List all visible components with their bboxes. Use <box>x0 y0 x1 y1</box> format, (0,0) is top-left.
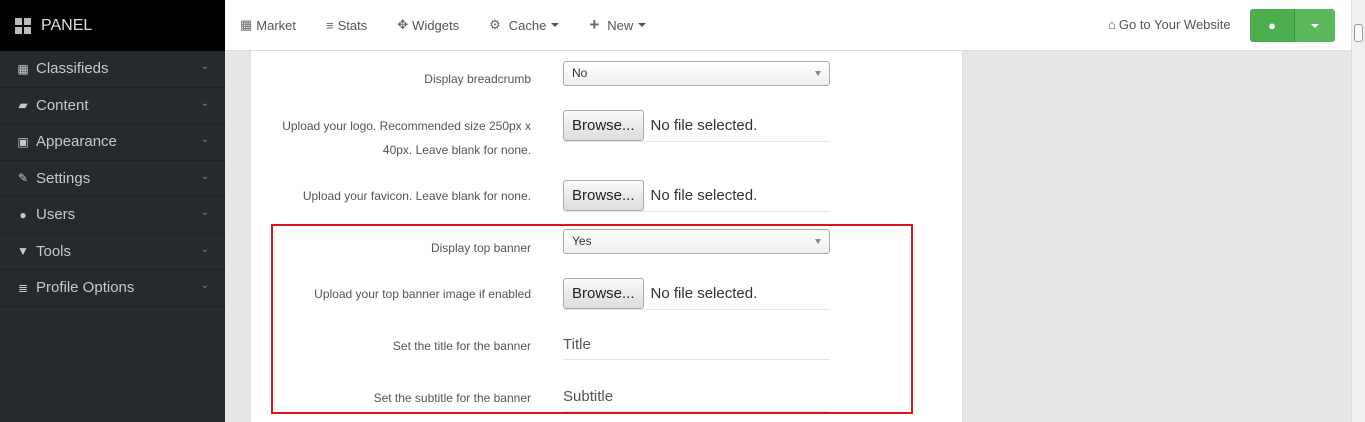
sidebar-item-users[interactable]: ● Users ⌄ <box>0 197 225 234</box>
nav-market[interactable]: ▦ Market <box>240 17 296 33</box>
nav-stats[interactable]: ≡ Stats <box>326 18 367 33</box>
go-to-website-label: Go to Your Website <box>1118 17 1231 32</box>
filter-icon: ▼ <box>17 244 29 259</box>
sidebar-item-settings[interactable]: ✎ Settings ⌄ <box>0 161 225 197</box>
nav-new[interactable]: + New <box>589 15 647 35</box>
banner-title-label: Set the title for the banner <box>392 339 531 353</box>
sidebar-item-label: Tools <box>36 242 72 260</box>
sidebar-item-profile-options[interactable]: ≣ Profile Options ⌄ <box>0 270 225 307</box>
nav-new-label: New <box>607 17 634 33</box>
nav-widgets[interactable]: ✥ Widgets <box>397 17 459 33</box>
settings-form-panel: Display breadcrumb No Upload your logo. … <box>250 51 963 422</box>
stats-icon: ≡ <box>326 17 334 33</box>
banner-image-label: Upload your top banner image if enabled <box>314 287 531 301</box>
sidebar-item-classifieds[interactable]: ▦ Classifieds ⌄ <box>0 51 225 88</box>
top-navbar: ▦ Market ≡ Stats ✥ Widgets ⚙ Cache + New… <box>225 0 1351 51</box>
user-dropdown-toggle[interactable] <box>1295 9 1335 42</box>
panel-grid-icon <box>15 17 31 34</box>
chevron-down-icon: ⌄ <box>200 134 209 145</box>
logo-label-line1: Upload your logo. Recommended size 250px… <box>282 119 531 133</box>
grid-icon: ▦ <box>17 61 29 76</box>
sidebar-item-label: Settings <box>36 169 91 187</box>
caret-down-icon <box>551 23 560 27</box>
sidebar-item-label: Classifieds <box>36 60 109 78</box>
banner-image-file-input[interactable]: Browse... No file selected. <box>563 278 830 310</box>
move-icon: ✥ <box>397 17 409 32</box>
top-banner-select[interactable]: Yes <box>563 229 830 254</box>
picture-icon: ▣ <box>17 134 29 149</box>
sidebar-item-label: Users <box>36 206 76 224</box>
wrench-icon: ✎ <box>17 171 29 186</box>
nav-market-label: Market <box>256 17 297 33</box>
favicon-no-file-text: No file selected. <box>650 187 758 204</box>
favicon-file-input[interactable]: Browse... No file selected. <box>563 180 830 212</box>
list-icon: ≣ <box>17 280 29 295</box>
page-scrollbar[interactable] <box>1351 0 1365 422</box>
chevron-down-icon: ⌄ <box>200 97 209 109</box>
logo-label-line2: 40px. Leave blank for none. <box>382 143 531 157</box>
user-menu-button[interactable]: ● <box>1250 9 1335 42</box>
scrollbar-thumb[interactable] <box>1354 24 1363 42</box>
brand-title: PANEL <box>41 16 93 34</box>
breadcrumb-select[interactable]: No <box>563 61 830 86</box>
breadcrumb-label: Display breadcrumb <box>424 72 531 86</box>
banner-title-input[interactable]: Title <box>563 333 830 360</box>
chevron-down-icon: ⌄ <box>200 207 209 218</box>
user-button[interactable]: ● <box>1250 9 1295 42</box>
nav-widgets-label: Widgets <box>412 17 460 33</box>
sidebar-item-label: Content <box>36 96 89 114</box>
user-icon: ● <box>19 207 27 222</box>
sidebar-item-content[interactable]: ▰ Content ⌄ <box>0 88 225 124</box>
select-arrow-icon <box>815 239 821 244</box>
sidebar-item-label: Profile Options <box>36 279 135 297</box>
select-arrow-icon <box>815 71 821 76</box>
gear-icon: ⚙ <box>489 17 501 32</box>
chevron-down-icon: ⌄ <box>200 61 209 72</box>
top-banner-select-value: Yes <box>572 234 592 248</box>
plus-icon: + <box>589 15 600 34</box>
caret-down-icon <box>638 23 647 27</box>
top-banner-label: Display top banner <box>430 241 531 255</box>
banner-subtitle-input[interactable]: Subtitle <box>563 385 830 412</box>
market-icon: ▦ <box>240 17 253 32</box>
chevron-down-icon: ⌄ <box>200 280 209 291</box>
go-to-website-link[interactable]: ⌂ Go to Your Website <box>1108 17 1231 32</box>
logo-no-file-text: No file selected. <box>650 117 758 134</box>
sidebar-item-tools[interactable]: ▼ Tools ⌄ <box>0 234 225 270</box>
banner-browse-button[interactable]: Browse... <box>563 278 644 309</box>
nav-cache-label: Cache <box>508 17 547 33</box>
sidebar-item-appearance[interactable]: ▣ Appearance ⌄ <box>0 124 225 161</box>
home-icon: ⌂ <box>1108 17 1116 32</box>
brand[interactable]: PANEL <box>0 0 225 51</box>
chevron-down-icon: ⌄ <box>200 243 209 255</box>
banner-no-file-text: No file selected. <box>650 285 758 302</box>
logo-browse-button[interactable]: Browse... <box>563 110 644 141</box>
nav-cache[interactable]: ⚙ Cache <box>489 17 560 33</box>
breadcrumb-select-value: No <box>572 66 588 80</box>
user-icon: ● <box>1268 18 1276 33</box>
favicon-browse-button[interactable]: Browse... <box>563 180 644 211</box>
nav-stats-label: Stats <box>337 17 368 33</box>
folder-open-icon: ▰ <box>18 98 28 113</box>
sidebar-item-label: Appearance <box>36 133 117 151</box>
favicon-label: Upload your favicon. Leave blank for non… <box>302 189 531 203</box>
chevron-down-icon: ⌄ <box>200 170 209 182</box>
banner-subtitle-label: Set the subtitle for the banner <box>373 391 531 405</box>
logo-file-input[interactable]: Browse... No file selected. <box>563 110 830 142</box>
caret-down-icon <box>1311 23 1319 28</box>
sidebar: PANEL ▦ Classifieds ⌄ ▰ Content ⌄ ▣ Appe… <box>0 0 225 422</box>
